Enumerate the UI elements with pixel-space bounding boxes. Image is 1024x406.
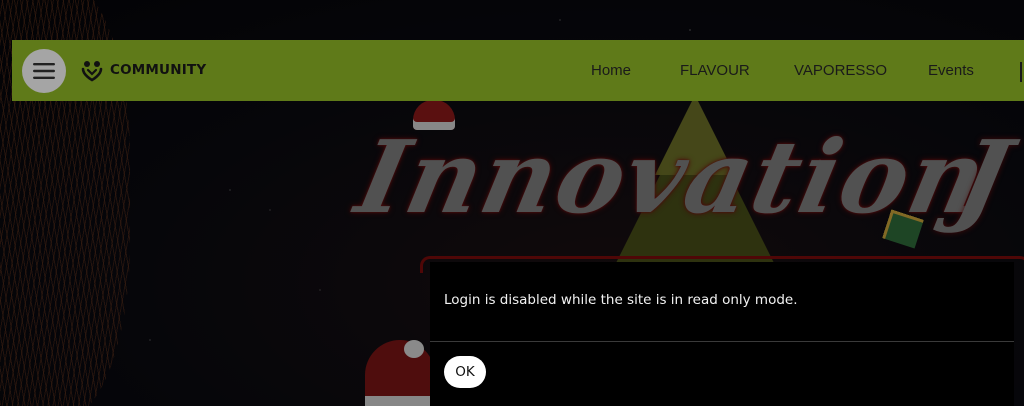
nav-link-vaporesso[interactable]: VAPORESSO [794, 62, 887, 79]
nav-link-flavour[interactable]: FLAVOUR [680, 62, 750, 79]
nav-link-home[interactable]: Home [591, 62, 631, 79]
top-navigation-bar: COMMUNITY Home FLAVOUR VAPORESSO Events [12, 40, 1024, 101]
ok-button[interactable]: OK [444, 356, 486, 388]
dialog-message: Login is disabled while the site is in r… [444, 292, 798, 308]
nav-link-events[interactable]: Events [928, 62, 974, 79]
page: Innovation J COMMUNITY Home FLAVOUR VAPO… [0, 0, 1024, 406]
main-nav: Home FLAVOUR VAPORESSO Events [12, 40, 1024, 101]
dialog-divider [430, 341, 1014, 342]
nav-divider [1020, 62, 1022, 82]
read-only-login-dialog: Login is disabled while the site is in r… [430, 262, 1014, 406]
